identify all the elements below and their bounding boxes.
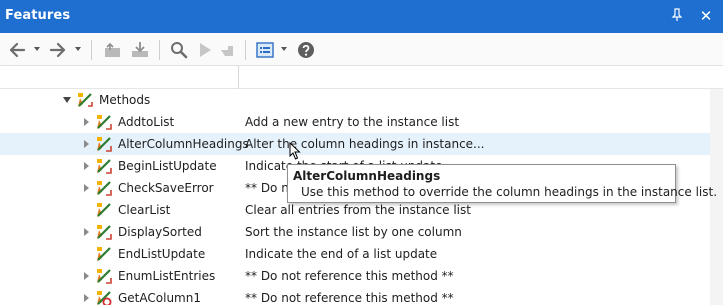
tree-row-addtolist[interactable]: AddtoList Add a new entry to the instanc… [0, 111, 710, 133]
method-name: GetAColumn1 [118, 291, 201, 305]
collapse-icon[interactable] [63, 97, 71, 103]
expand-icon[interactable] [84, 162, 89, 170]
expand-icon[interactable] [84, 228, 89, 236]
method-name: BeginListUpdate [118, 159, 217, 173]
method-icon [96, 136, 112, 152]
toolbar-separator [245, 40, 246, 60]
method-name: EnumListEntries [118, 269, 216, 283]
hand-icon[interactable] [219, 41, 237, 59]
play-icon[interactable] [196, 41, 214, 59]
mouse-pointer-icon [289, 142, 301, 160]
search-icon[interactable] [170, 41, 188, 59]
back-dropdown-caret[interactable] [34, 47, 40, 51]
method-icon [96, 158, 112, 174]
method-description: Add a new entry to the instance list [245, 115, 460, 129]
method-description: Indicate the end of a list update [245, 247, 438, 261]
method-name: AddtoList [118, 115, 175, 129]
pin-icon[interactable] [669, 8, 685, 24]
tree-row-getacolumn1[interactable]: GetAColumn1 ** Do not reference this met… [0, 287, 710, 305]
arrow-right-icon[interactable] [49, 41, 67, 59]
method-tooltip: AlterColumnHeadings Use this method to o… [287, 164, 717, 203]
method-icon [96, 246, 112, 262]
method-icon [77, 92, 93, 108]
toolbar-separator [91, 40, 92, 60]
column-header-row [0, 66, 723, 89]
method-icon [96, 268, 112, 284]
tooltip-title: AlterColumnHeadings [293, 169, 441, 183]
close-icon[interactable]: ✕ [698, 8, 714, 24]
method-name: ClearList [118, 203, 171, 217]
method-description: Clear all entries from the instance list [245, 203, 471, 217]
method-name: AlterColumnHeadings [118, 137, 249, 151]
tree-row-altercolumnheadings[interactable]: AlterColumnHeadings Alter the column hea… [0, 133, 710, 155]
method-name: CheckSaveError [118, 181, 214, 195]
tree-row-endlistupdate[interactable]: EndListUpdate Indicate the end of a list… [0, 243, 710, 265]
arrow-left-icon[interactable] [8, 41, 26, 59]
method-description: ** Do not reference this method ** [245, 291, 454, 305]
method-description: Sort the instance list by one column [245, 225, 462, 239]
view-dropdown-caret[interactable] [281, 47, 287, 51]
method-description: Alter the column headings in instance... [245, 137, 485, 151]
expand-icon[interactable] [84, 294, 89, 302]
method-icon [96, 180, 112, 196]
tree-row-displaysorted[interactable]: DisplaySorted Sort the instance list by … [0, 221, 710, 243]
folder-up-icon[interactable] [104, 41, 122, 59]
help-icon[interactable] [297, 41, 315, 59]
tooltip-body: Use this method to override the column h… [301, 185, 718, 199]
tree-group-label: Methods [99, 93, 151, 107]
forward-dropdown-caret[interactable] [75, 47, 81, 51]
expand-icon[interactable] [84, 118, 89, 126]
toolbar-separator [159, 40, 160, 60]
method-error-icon [96, 290, 112, 305]
method-name: DisplaySorted [118, 225, 202, 239]
method-icon [96, 114, 112, 130]
expand-icon[interactable] [84, 184, 89, 192]
tree-row-enumlistentries[interactable]: EnumListEntries ** Do not reference this… [0, 265, 710, 287]
expand-icon[interactable] [84, 140, 89, 148]
download-icon[interactable] [131, 41, 149, 59]
method-icon [96, 224, 112, 240]
panel-titlebar: Features ✕ [0, 0, 723, 33]
panel-title: Features [5, 8, 71, 23]
expand-icon[interactable] [84, 272, 89, 280]
method-description: ** Do not reference this method ** [245, 269, 454, 283]
column-resize-handle[interactable] [238, 66, 239, 89]
tree-group-methods[interactable]: Methods [0, 89, 710, 111]
method-icon [96, 202, 112, 218]
toolbar [0, 33, 723, 66]
method-name: EndListUpdate [118, 247, 206, 261]
view-list-icon[interactable] [256, 41, 274, 59]
